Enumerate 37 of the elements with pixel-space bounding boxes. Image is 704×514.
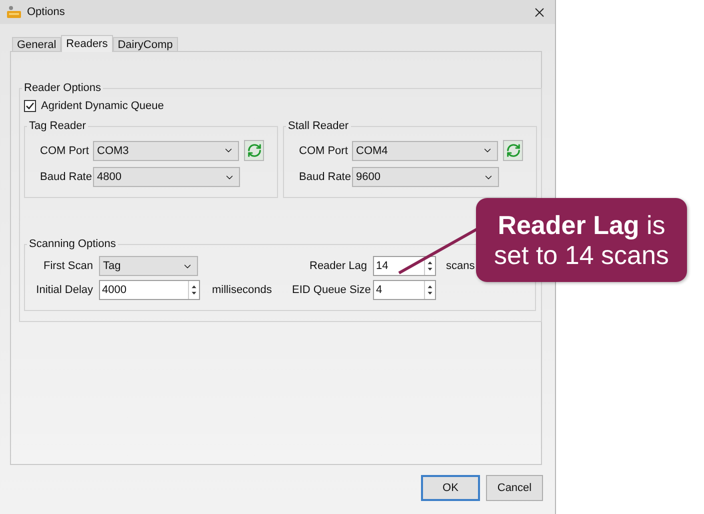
field-label: COM Port bbox=[299, 144, 349, 156]
field-label: Initial Delay bbox=[35, 284, 94, 296]
spin-arrows-icon bbox=[188, 281, 199, 299]
callout: Reader Lag is set to 14 scans bbox=[476, 198, 687, 282]
dropdown[interactable]: COM3 bbox=[93, 140, 239, 160]
checkbox-label: Agrident Dynamic Queue bbox=[41, 100, 164, 112]
number-spinner[interactable]: 4000 bbox=[99, 280, 200, 300]
app-icon bbox=[6, 5, 22, 19]
group-title: Scanning Options bbox=[28, 238, 117, 250]
group-title: Stall Reader bbox=[287, 120, 350, 132]
field-label: Baud Rate bbox=[40, 171, 93, 183]
spin-arrows-icon bbox=[424, 281, 435, 299]
refresh-button[interactable] bbox=[244, 140, 264, 161]
field-label: COM Port bbox=[40, 144, 90, 156]
dialog-button[interactable]: Cancel bbox=[486, 475, 543, 501]
dropdown[interactable]: COM4 bbox=[352, 140, 498, 160]
dropdown[interactable]: 4800 bbox=[93, 167, 240, 187]
unit-label: scans bbox=[446, 260, 476, 272]
field-label: First Scan bbox=[42, 260, 94, 272]
dialog-button[interactable]: OK bbox=[421, 475, 480, 501]
window-title: Options bbox=[27, 6, 66, 18]
refresh-button[interactable] bbox=[503, 140, 523, 161]
dropdown[interactable]: Tag bbox=[99, 256, 198, 276]
dropdown[interactable]: 9600 bbox=[352, 167, 499, 187]
tab[interactable]: General bbox=[12, 37, 62, 51]
group-title: Tag Reader bbox=[28, 120, 87, 132]
spin-arrows-icon bbox=[424, 257, 435, 275]
checkbox[interactable] bbox=[24, 100, 36, 112]
field-label: Baud Rate bbox=[299, 171, 352, 183]
field-label: Reader Lag bbox=[308, 260, 368, 272]
tab[interactable]: DairyComp bbox=[112, 37, 178, 51]
group-title: Reader Options bbox=[23, 82, 102, 94]
field-label: EID Queue Size bbox=[292, 284, 372, 296]
tab[interactable]: Readers bbox=[61, 35, 113, 52]
number-spinner[interactable]: 4 bbox=[373, 280, 436, 300]
number-spinner[interactable]: 14 bbox=[373, 256, 436, 276]
unit-label: milliseconds bbox=[212, 284, 273, 296]
